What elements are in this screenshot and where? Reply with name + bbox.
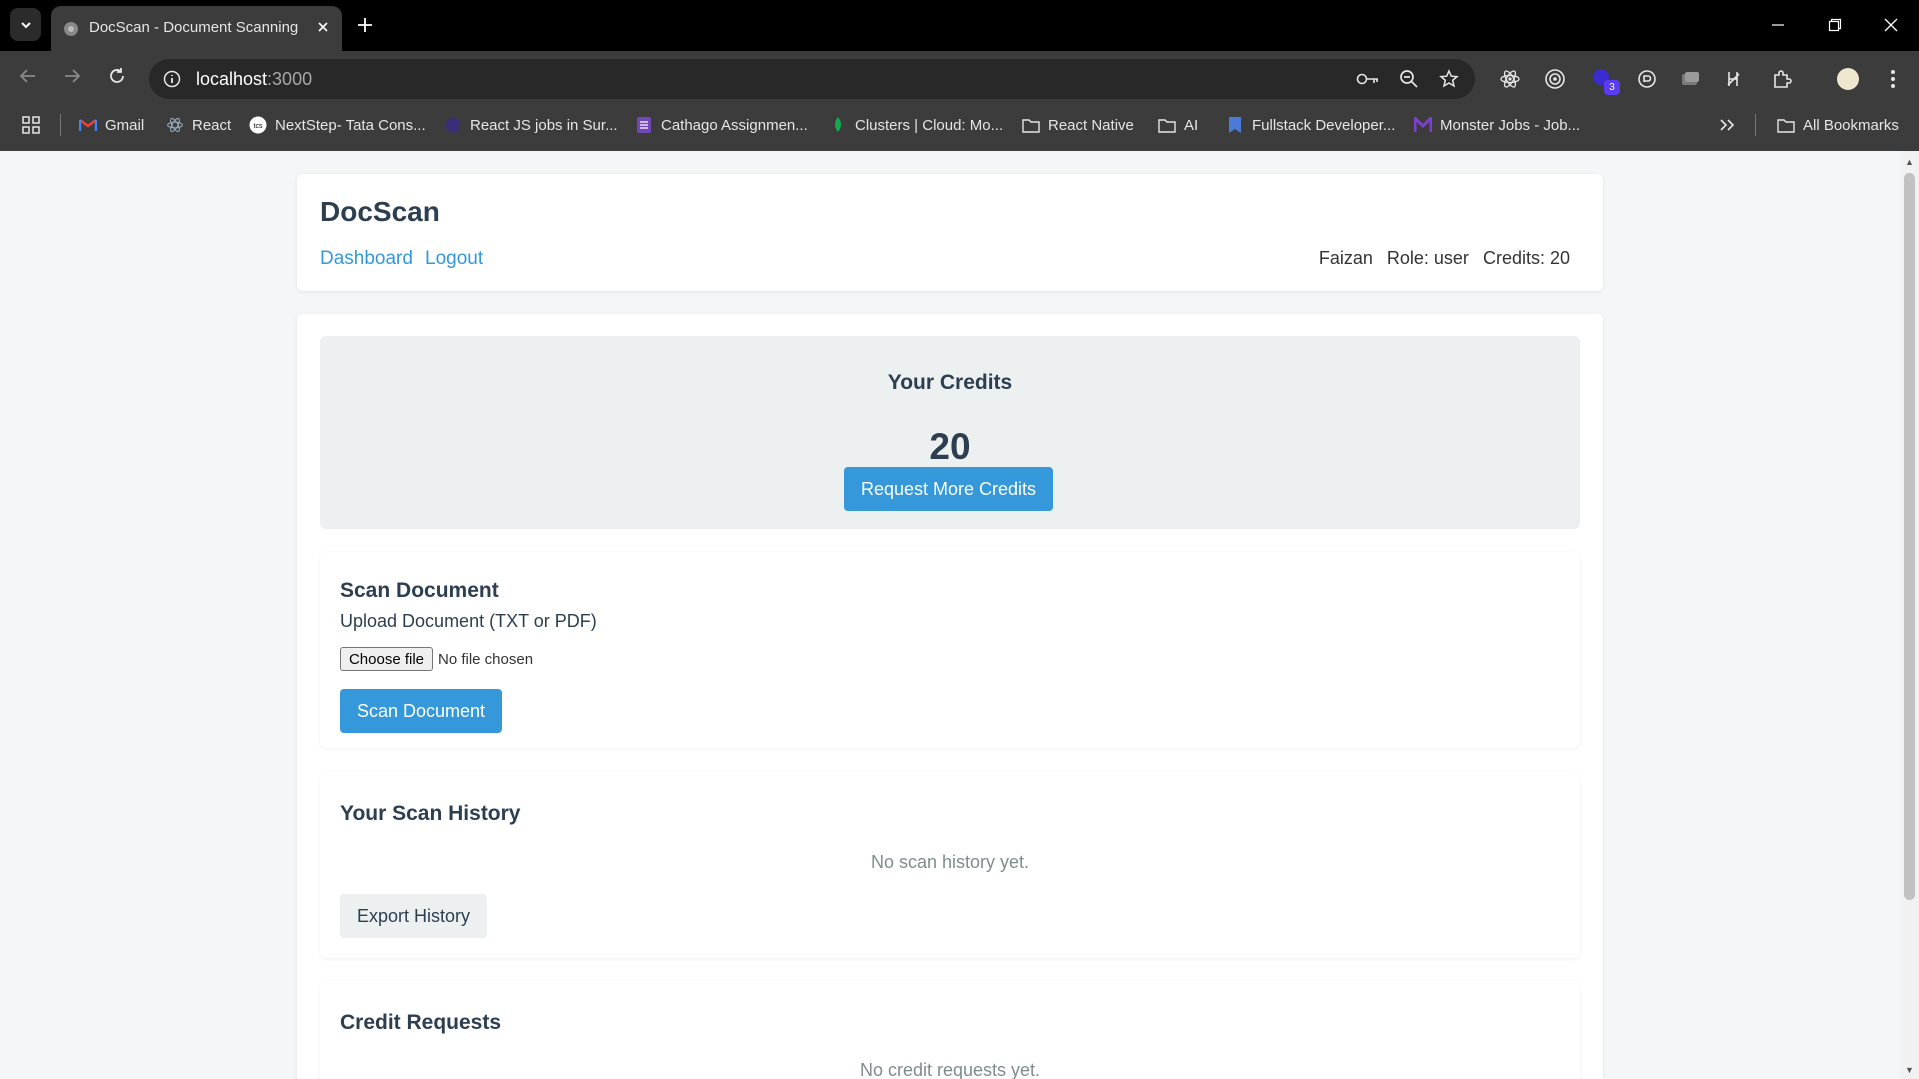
restore-icon[interactable] [1822,12,1848,38]
brand-title: DocScan [320,196,440,227]
bookmark-icon [1226,116,1244,134]
site-info-icon[interactable] [163,70,181,88]
minimize-icon[interactable] [1765,12,1791,38]
tab-title: DocScan - Document Scanning [89,19,299,36]
bookmarks-divider-right [1755,114,1756,136]
scan-history-section: Your Scan History No scan history yet. E… [320,772,1580,958]
bookmark-react-jobs[interactable]: React JS jobs in Sur... [444,114,618,136]
extension-h-icon[interactable] [1721,66,1747,92]
tcs-icon: tcs [249,116,267,134]
scroll-thumb[interactable] [1904,173,1915,900]
history-empty-message: No scan history yet. [870,852,1030,872]
folder-icon [1022,116,1040,134]
forward-arrow-icon[interactable] [56,60,88,92]
extension-cards-icon[interactable] [1677,66,1703,92]
scroll-up-arrow-icon[interactable]: ▲ [1905,157,1914,167]
browser-menu-icon[interactable] [1880,66,1906,92]
user-credits: Credits: 20 [1482,248,1570,268]
gmail-icon [79,116,97,134]
key-icon[interactable] [1356,70,1380,88]
file-status: No file chosen [438,650,534,668]
reload-icon[interactable] [101,60,133,92]
file-input[interactable]: Choose file No file chosen [340,647,533,671]
credits-title: Your Credits [887,371,1013,394]
bookmark-gmail[interactable]: Gmail [79,114,144,136]
credits-value: 20 [929,426,971,467]
browser-tab-active[interactable]: DocScan - Document Scanning [51,6,342,51]
request-more-credits-button[interactable]: Request More Credits [844,467,1053,511]
requests-empty-message: No credit requests yet. [859,1060,1041,1079]
scan-section-title: Scan Document [340,579,499,602]
browser-tab-strip: DocScan - Document Scanning [0,0,1919,51]
chevron-down-icon [20,21,31,28]
bookmark-folder-react-native[interactable]: React Native [1022,114,1134,136]
export-history-button[interactable]: Export History [340,894,487,938]
folder-icon [1158,116,1176,134]
close-window-icon[interactable] [1878,12,1904,38]
extension-react-devtools-icon[interactable] [1497,66,1523,92]
tab-search-button[interactable] [10,8,41,41]
url-text: localhost:3000 [196,69,313,89]
user-info: Faizan Role: user Credits: 20 [1310,248,1570,269]
extension-target-icon[interactable] [1542,66,1568,92]
nav-dashboard-link[interactable]: Dashboard [320,248,413,270]
monster-icon [1414,116,1432,134]
bookmark-tcs[interactable]: tcs NextStep- Tata Cons... [249,114,426,136]
extension-copilot-icon[interactable] [1634,66,1660,92]
upload-label: Upload Document (TXT or PDF) [340,611,597,631]
credit-requests-section: Credit Requests No credit requests yet. [320,981,1580,1079]
more-bookmarks-chevron-icon[interactable] [1719,114,1735,136]
requests-section-title: Credit Requests [340,1011,502,1034]
form-icon [635,116,653,134]
history-section-title: Your Scan History [340,802,521,825]
jobs-icon [444,116,462,134]
bookmarks-divider [60,114,61,136]
nav-logout-link[interactable]: Logout [425,248,483,270]
globe-icon [64,22,78,36]
bookmark-mongodb[interactable]: Clusters | Cloud: Mo... [829,114,1003,136]
bookmark-cathago[interactable]: Cathago Assignmen... [635,114,808,136]
user-role: Role: user [1386,248,1469,268]
page-scrollbar[interactable]: ▲ ▼ [1900,151,1919,1079]
user-name: Faizan [1318,248,1373,268]
zoom-icon[interactable] [1399,69,1419,89]
bookmark-monster[interactable]: Monster Jobs - Job... [1414,114,1580,136]
extension-badge-count: 3 [1604,80,1620,95]
bookmark-star-icon[interactable] [1439,69,1459,89]
choose-file-button[interactable]: Choose file [340,647,433,671]
close-tab-icon[interactable] [313,17,333,37]
mongodb-icon [829,116,847,134]
bookmark-folder-ai[interactable]: AI [1158,114,1198,136]
scan-document-button[interactable]: Scan Document [340,689,502,733]
bookmark-react[interactable]: React [166,114,231,136]
extensions-puzzle-icon[interactable] [1769,66,1795,92]
app-header: DocScan Dashboard Logout Faizan Role: us… [297,174,1603,291]
scan-document-section: Scan Document Upload Document (TXT or PD… [320,552,1580,748]
extension-badge-icon[interactable]: 3 [1590,66,1620,95]
react-icon [166,116,184,134]
scroll-down-arrow-icon[interactable]: ▼ [1905,1065,1914,1075]
all-bookmarks[interactable]: All Bookmarks [1777,114,1899,136]
folder-icon [1777,116,1795,134]
bookmark-fullstack[interactable]: Fullstack Developer... [1226,114,1395,136]
dashboard-card: Your Credits 20 Request More Credits Sca… [297,314,1603,1079]
back-arrow-icon[interactable] [12,60,44,92]
apps-grid-icon[interactable] [21,114,41,136]
svg-text:tcs: tcs [254,123,263,130]
profile-avatar[interactable] [1835,66,1861,92]
new-tab-icon[interactable] [353,13,377,37]
address-bar[interactable]: localhost:3000 [149,59,1475,99]
credits-panel: Your Credits 20 Request More Credits [320,336,1580,529]
